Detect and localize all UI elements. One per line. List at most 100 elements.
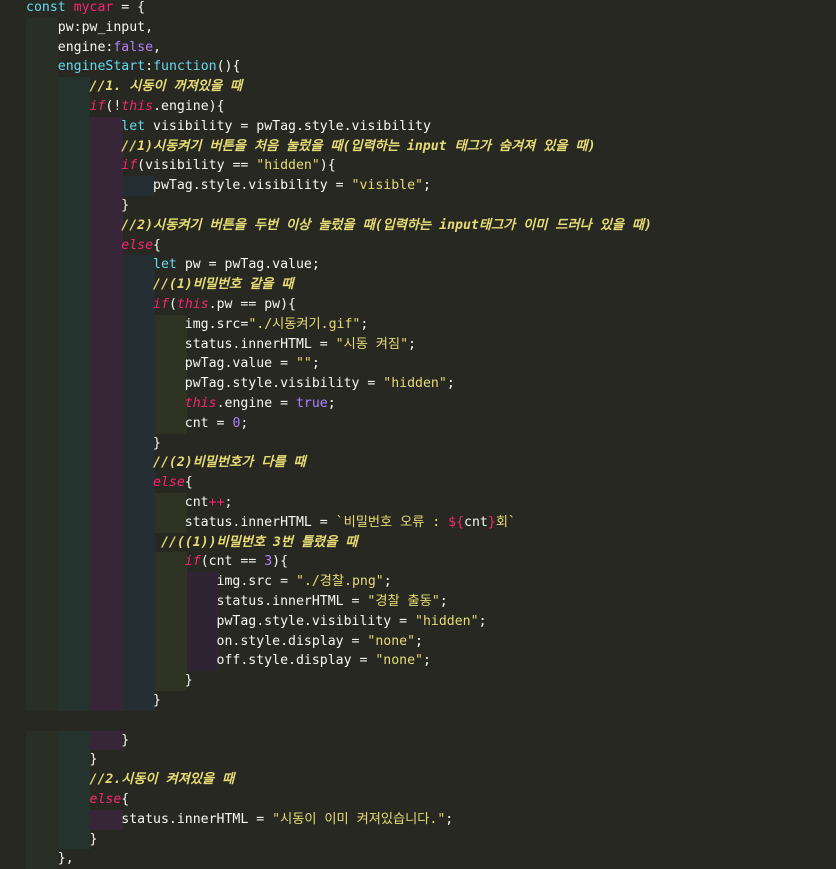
code-line[interactable]: } [0, 434, 836, 454]
code-line[interactable]: engineStart:function(){ [0, 57, 836, 77]
token-str: "none" [375, 653, 423, 669]
token-op: ${ [448, 514, 465, 530]
token-str: "hidden" [256, 158, 320, 174]
token-lit: false [113, 39, 154, 55]
code-line[interactable]: else{ [0, 473, 836, 493]
code-line[interactable]: } [0, 731, 836, 751]
code-line[interactable]: if(this.pw == pw){ [0, 295, 836, 315]
code-line[interactable]: status.innerHTML = "경찰 출동"; [0, 592, 836, 612]
code-line[interactable]: } [0, 830, 836, 850]
token-kw: let [121, 118, 146, 134]
code-line[interactable]: const mycar = { [0, 0, 836, 18]
code-line[interactable]: on.style.display = "none"; [0, 632, 836, 652]
code-line[interactable]: else{ [0, 236, 836, 256]
token-text: pwTag.style.visibility = [26, 613, 416, 629]
token-str: "visible" [351, 178, 423, 194]
token-text: ; [383, 574, 392, 590]
code-line[interactable]: } [0, 671, 836, 691]
code-line[interactable]: } [0, 196, 836, 216]
code-line[interactable] [0, 711, 836, 731]
token-str: "시동 켜짐" [335, 336, 409, 352]
token-text: ; [478, 613, 487, 629]
token-text: , [153, 39, 161, 55]
token-text: } [26, 831, 98, 847]
token-ctl: else [121, 237, 154, 253]
code-line[interactable]: //(1)비밀번호 같을 때 [0, 275, 836, 295]
code-line[interactable]: } [0, 691, 836, 711]
token-fn: engineStart [57, 59, 146, 75]
code-line[interactable]: if(visibility == "hidden"){ [0, 156, 836, 176]
token-cm: //(2)비밀번호가 다를 때 [153, 455, 306, 471]
code-line[interactable]: this.engine = true; [0, 394, 836, 414]
code-line[interactable]: } [0, 750, 836, 770]
code-line[interactable]: if(cnt == 3){ [0, 552, 836, 572]
token-text: pwTag.style.visibility = [26, 376, 384, 392]
code-line[interactable]: off.style.display = "none"; [0, 651, 836, 671]
code-line[interactable]: cnt = 0; [0, 414, 836, 434]
token-text: (! [105, 99, 122, 114]
token-var: mycar [73, 0, 114, 15]
code-line[interactable]: //(2)비밀번호가 다를 때 [0, 453, 836, 473]
code-line[interactable]: status.innerHTML = "시동 켜짐"; [0, 335, 836, 355]
code-line[interactable]: if(!this.engine){ [0, 97, 836, 117]
code-line[interactable]: status.innerHTML = `비밀번호 오류 : ${cnt}회` [0, 513, 836, 533]
token-text: (cnt == [200, 554, 265, 570]
code-line[interactable]: pw:pw_input, [0, 18, 836, 38]
code-line[interactable]: //1. 시동이 꺼져있을 때 [0, 77, 836, 97]
code-line[interactable]: status.innerHTML = "시동이 이미 켜져있습니다."; [0, 810, 836, 830]
token-text: .pw == pw){ [208, 297, 296, 312]
token-text: cnt [26, 495, 209, 510]
code-line[interactable]: pwTag.style.visibility = "hidden"; [0, 612, 836, 632]
token-str: "./경찰.png" [295, 574, 384, 590]
token-text: pw:pw_input, [26, 19, 154, 35]
code-line[interactable]: let visibility = pwTag.style.visibility [0, 117, 836, 137]
code-line[interactable]: img.src="./시동켜기.gif"; [0, 315, 836, 335]
token-text: } [26, 435, 161, 451]
token-str: 회` [495, 514, 516, 530]
code-editor[interactable]: const mycar = { pw:pw_input, engine:fals… [0, 0, 836, 869]
code-line[interactable]: pwTag.style.visibility = "visible"; [0, 176, 836, 196]
token-text: status.innerHTML = [26, 514, 336, 530]
token-cm: //1. 시동이 꺼져있을 때 [89, 79, 243, 95]
code-line[interactable]: engine:false, [0, 38, 836, 58]
code-line[interactable]: pwTag.style.visibility = "hidden"; [0, 374, 836, 394]
token-text: ; [360, 316, 369, 332]
token-text: } [26, 693, 161, 708]
token-text: .engine = [216, 396, 296, 411]
code-line[interactable]: //((1))비밀번호 3번 틀렸을 때 [0, 533, 836, 553]
code-line[interactable]: //1)시동켜기 버튼을 처음 눌렀을 때(입력하는 input 태그가 숨겨져… [0, 137, 836, 157]
code-line[interactable]: //2.시동이 켜져있을 때 [0, 770, 836, 790]
code-line[interactable]: pwTag.value = ""; [0, 354, 836, 374]
token-text: (visibility == [137, 158, 257, 174]
token-text: ; [408, 336, 416, 352]
code-line[interactable]: else{ [0, 790, 836, 810]
token-text: ; [415, 633, 423, 649]
token-text: status.innerHTML = [26, 336, 336, 352]
token-ctl: if [121, 158, 138, 174]
token-text: status.innerHTML = [26, 811, 273, 827]
token-ctl: else [153, 475, 185, 491]
token-text: ; [240, 415, 249, 431]
token-this: this [184, 396, 217, 411]
code-line[interactable]: let pw = pwTag.value; [0, 255, 836, 275]
code-line[interactable]: cnt++; [0, 493, 836, 513]
token-this: this [121, 99, 154, 114]
token-text: : [145, 59, 154, 75]
token-str: "" [295, 356, 312, 372]
token-text: ( [168, 297, 177, 312]
token-cm: //(1)비밀번호 같을 때 [153, 277, 294, 293]
token-text: { [121, 792, 130, 807]
code-line[interactable]: //2)시동켜기 버튼을 두번 이상 눌렀을 때(입력하는 input태그가 이… [0, 216, 836, 236]
code-line[interactable]: img.src = "./경찰.png"; [0, 572, 836, 592]
token-str: "none" [367, 633, 416, 649]
token-str: "./시동켜기.gif" [248, 316, 361, 332]
code-line[interactable]: }, [0, 849, 836, 869]
